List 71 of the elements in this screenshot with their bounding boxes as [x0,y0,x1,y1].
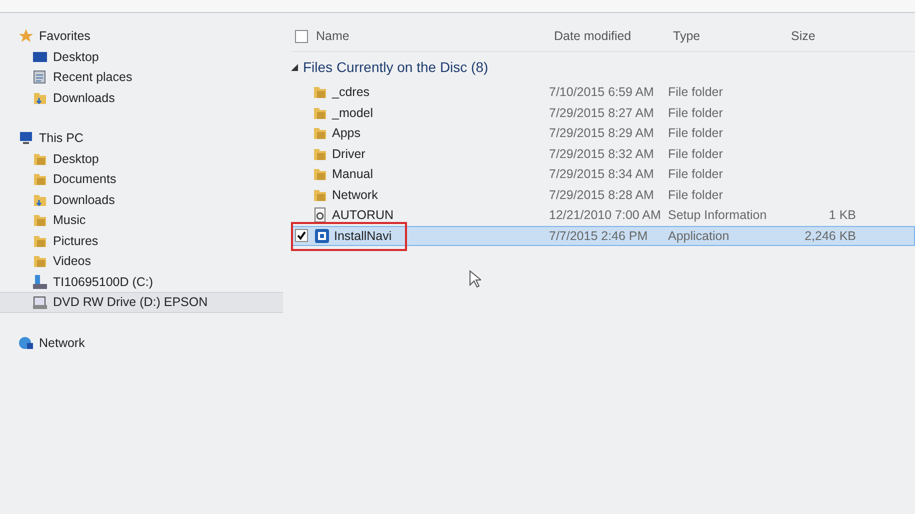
nav-item[interactable]: Pictures [0,230,283,251]
column-header[interactable]: Size [785,29,857,43]
disc-drive-icon [32,294,48,310]
date-cell-text: 7/29/2015 8:34 AM [549,167,655,182]
folder-icon [312,125,328,142]
settings-file-icon [312,207,328,224]
date-cell-text: 7/29/2015 8:27 AM [549,106,655,120]
recent-places-icon [32,69,48,86]
date-cell-text: 12/21/2010 7:00 AM [549,208,662,222]
nav-item[interactable]: Downloads [0,88,283,108]
folder-icon [32,212,48,228]
nav-item[interactable]: TI10695100D (C:) [0,272,283,292]
type-cell-text: File folder [668,106,724,120]
file-name: Manual [332,167,373,182]
nav-item[interactable]: Videos [0,251,283,272]
type-cell-text: File folder [668,126,724,140]
file-row[interactable]: Network 7/29/2015 8:28 AM File folder [291,184,915,205]
nav-item[interactable]: Music [0,210,283,230]
column-header[interactable]: Name [316,29,350,43]
drive-icon [32,274,48,290]
file-name: Driver [332,146,366,161]
size-cell-text: 1 KB [828,208,857,222]
checkbox[interactable] [295,229,308,242]
mouse-cursor-icon [469,270,481,288]
type-cell-text: File folder [668,146,724,161]
file-name: AUTORUN [332,208,394,222]
type-cell-text: Setup Information [668,208,768,222]
date-cell-text: 7/7/2015 2:46 PM [549,228,649,243]
nav-item[interactable]: Desktop [0,148,283,169]
file-name: Network [332,188,378,202]
computer-icon [18,130,34,146]
folder-icon [32,253,48,270]
type-cell-text: File folder [668,167,724,182]
folder-icon [312,166,328,182]
type-cell-text: File folder [668,188,724,202]
file-row[interactable]: _cdres 7/10/2015 6:59 AM File folder [291,82,915,102]
date-cell-text: 7/29/2015 8:32 AM [549,146,655,161]
star-icon [18,28,34,44]
type-cell-text: Application [668,228,730,243]
nav-item[interactable]: Recent places [0,67,283,88]
date-cell-text: 7/10/2015 6:59 AM [549,85,655,100]
nav-item[interactable]: This PC [0,128,283,148]
nav-item[interactable]: Documents [0,169,283,190]
file-row[interactable]: Driver 7/29/2015 8:32 AM File folder [291,144,915,164]
date-cell-text: 7/29/2015 8:29 AM [549,126,655,140]
file-row[interactable]: InstallNavi 7/7/2015 2:46 PM Application 2,246 KB [291,226,915,246]
network-icon [18,334,34,351]
nav-item[interactable]: DVD RW Drive (D:) EPSON [0,292,283,312]
column-header[interactable]: Type [667,29,785,43]
file-name: _cdres [332,85,370,100]
application-icon [314,228,330,244]
collapse-icon[interactable] [291,64,298,70]
column-header[interactable]: Date modified [548,29,667,43]
checkbox[interactable] [295,30,308,42]
file-name: Apps [332,126,360,140]
file-row[interactable]: _model 7/29/2015 8:27 AM File folder [291,102,915,123]
folder-icon [32,171,48,188]
group-heading: Files Currently on the Disc (8) [303,59,488,75]
file-name: InstallNavi [334,228,392,243]
nav-item[interactable]: Desktop [0,46,283,67]
file-row[interactable]: Apps 7/29/2015 8:29 AM File folder [291,123,915,144]
file-name: _model [332,106,373,120]
nav-item[interactable]: Downloads [0,190,283,210]
type-cell-text: File folder [668,85,724,100]
nav-item[interactable]: Network [0,332,283,353]
file-row[interactable]: AUTORUN 12/21/2010 7:00 AM Setup Information 1 KB [291,205,915,226]
size-cell-text: 2,246 KB [804,228,857,243]
date-cell-text: 7/29/2015 8:28 AM [549,188,655,202]
folder-icon [312,84,328,100]
nav-item[interactable]: Favorites [0,26,283,46]
file-row[interactable]: Manual 7/29/2015 8:34 AM File folder [291,164,915,184]
